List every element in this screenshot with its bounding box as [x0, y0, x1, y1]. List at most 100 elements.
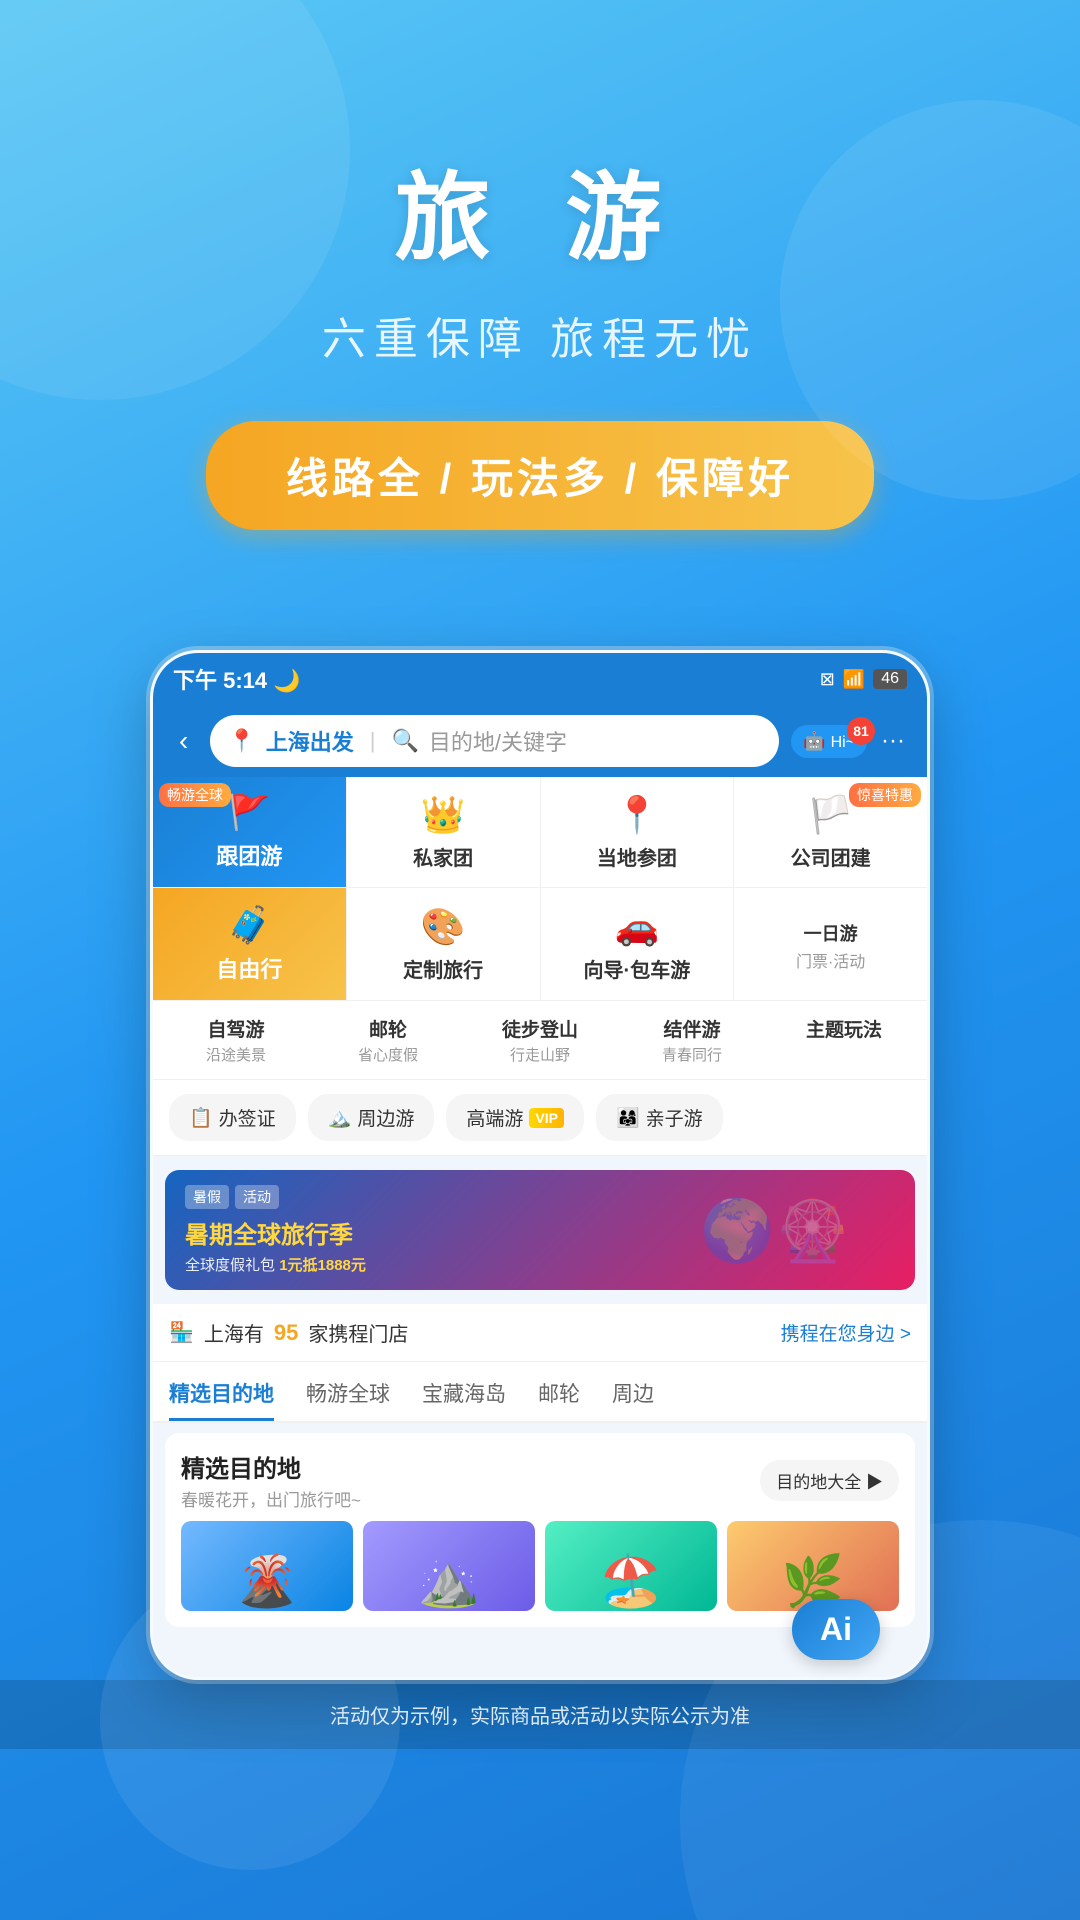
- category-company-tour[interactable]: 惊喜特惠 🏳️ 公司团建: [734, 777, 927, 887]
- companion-sub: 青春同行: [662, 1044, 722, 1065]
- banner-art: 🌍🎡: [635, 1170, 915, 1290]
- custom-travel-label: 定制旅行: [403, 954, 483, 983]
- more-button[interactable]: ···: [875, 721, 911, 761]
- search-divider: |: [370, 728, 376, 754]
- category-day-tour[interactable]: 一日游门票·活动: [734, 888, 927, 1000]
- store-info: 🏪 上海有 95 家携程门店 携程在您身边 >: [153, 1304, 927, 1362]
- banner-text: 暑假 活动 暑期全球旅行季 全球度假礼包 1元抵1888元: [165, 1171, 386, 1289]
- theme-label: 主题玩法: [806, 1015, 882, 1042]
- location-icon: 📍: [228, 728, 255, 754]
- tab-global[interactable]: 畅游全球: [306, 1378, 390, 1421]
- cruise-label: 邮轮: [369, 1015, 407, 1042]
- hero-section: 旅 游 六重保障 旅程无忧 线路全 / 玩法多 / 保障好: [0, 0, 1080, 590]
- self-drive-sub: 沿途美景: [206, 1044, 266, 1065]
- dest-title: 精选目的地: [181, 1449, 361, 1484]
- nav-actions: 🤖 Hi~ 81 ···: [791, 721, 911, 761]
- self-drive-label: 自驾游: [207, 1015, 264, 1042]
- dest-subtitle: 春暖花开，出门旅行吧~: [181, 1486, 361, 1511]
- ai-label[interactable]: Ai: [792, 1599, 880, 1660]
- sub-categories: 自驾游 沿途美景 邮轮 省心度假 徒步登山 行走山野 结伴游 青春同行: [153, 1001, 927, 1080]
- store-icon: 🏪: [169, 1320, 194, 1345]
- private-tour-label: 私家团: [413, 842, 473, 871]
- subcat-self-drive[interactable]: 自驾游 沿途美景: [163, 1015, 309, 1065]
- corner-badge-company: 惊喜特惠: [849, 783, 921, 807]
- service-premium[interactable]: 高端游 VIP: [446, 1094, 584, 1141]
- corner-badge-group: 畅游全球: [159, 783, 231, 807]
- tab-selected-dest[interactable]: 精选目的地: [169, 1378, 274, 1421]
- category-row-2: 🧳 自由行 🎨 定制旅行 🚗 向导·包车游: [153, 888, 927, 1001]
- free-travel-label: 自由行: [216, 952, 282, 984]
- dest-header-left: 精选目的地 春暖花开，出门旅行吧~: [181, 1449, 361, 1511]
- visa-label: 办签证: [219, 1104, 276, 1131]
- service-nearby[interactable]: 🏔️ 周边游: [308, 1094, 435, 1141]
- free-travel-icon: 🧳: [227, 904, 272, 946]
- dest-image-1[interactable]: 🌋: [181, 1521, 353, 1611]
- store-text2: 家携程门店: [308, 1318, 408, 1347]
- nearby-label: 周边游: [357, 1104, 414, 1131]
- category-local-tour[interactable]: 📍 当地参团: [541, 777, 735, 887]
- cruise-sub: 省心度假: [358, 1044, 418, 1065]
- category-guide-car[interactable]: 🚗 向导·包车游: [541, 888, 735, 1000]
- store-left: 🏪 上海有 95 家携程门店: [169, 1318, 408, 1347]
- store-link[interactable]: 携程在您身边 >: [781, 1319, 911, 1346]
- hero-title: 旅 游: [60, 140, 1020, 279]
- dest-images: 🌋 ⛰️ 🏖️ 🌿: [181, 1521, 899, 1611]
- tab-nearby[interactable]: 周边: [612, 1378, 654, 1421]
- service-visa[interactable]: 📋 办签证: [169, 1094, 296, 1141]
- group-tour-icon: 🚩: [228, 793, 270, 833]
- nav-bar: ‹ 📍 上海出发 | 🔍 目的地/关键字 🤖 Hi~ 81 ···: [153, 705, 927, 777]
- dest-image-3[interactable]: 🏖️: [545, 1521, 717, 1611]
- category-custom-travel[interactable]: 🎨 定制旅行: [347, 888, 541, 1000]
- phone-mockup: 下午 5:14 🌙 ⊠ 📶 46 ‹ 📍 上海出发 | 🔍 目的地/关键字: [150, 650, 930, 1680]
- wifi-icon: 📶: [843, 669, 865, 690]
- private-tour-icon: 👑: [421, 794, 466, 836]
- departure-city[interactable]: 上海出发: [266, 725, 354, 757]
- category-group-tour[interactable]: 畅游全球 🚩 跟团游: [153, 777, 347, 887]
- companion-label: 结伴游: [663, 1015, 720, 1042]
- guide-car-label: 向导·包车游: [584, 954, 691, 983]
- search-placeholder: 目的地/关键字: [429, 725, 567, 757]
- status-icons: ⊠ 📶 46: [820, 669, 907, 690]
- store-text1: 上海有: [204, 1318, 264, 1347]
- moon-icon: 🌙: [273, 668, 300, 693]
- tab-cruise[interactable]: 邮轮: [538, 1378, 580, 1421]
- group-tour-label: 跟团游: [216, 839, 282, 871]
- tabs-bar: 精选目的地 畅游全球 宝藏海岛 邮轮 周边: [153, 1362, 927, 1423]
- back-button[interactable]: ‹: [169, 721, 198, 761]
- hero-subtitle: 六重保障 旅程无忧: [60, 303, 1020, 367]
- nearby-icon: 🏔️: [328, 1106, 352, 1130]
- banner-tag1: 暑假: [185, 1185, 229, 1209]
- search-bar[interactable]: 📍 上海出发 | 🔍 目的地/关键字: [210, 715, 779, 767]
- custom-travel-icon: 🎨: [421, 906, 466, 948]
- footer-disclaimer: 活动仅为示例，实际商品或活动以实际公示为准: [0, 1680, 1080, 1749]
- hi-button[interactable]: 🤖 Hi~ 81: [791, 725, 867, 758]
- category-private-tour[interactable]: 👑 私家团: [347, 777, 541, 887]
- subcat-companion[interactable]: 结伴游 青春同行: [619, 1015, 765, 1065]
- promo-banner[interactable]: 暑假 活动 暑期全球旅行季 全球度假礼包 1元抵1888元 🌍🎡: [165, 1170, 915, 1290]
- tab-islands[interactable]: 宝藏海岛: [422, 1378, 506, 1421]
- signal-icon: ⊠: [820, 669, 835, 690]
- banner-title: 暑期全球旅行季: [185, 1215, 366, 1250]
- category-grid: 畅游全球 🚩 跟团游 👑 私家团 📍 当地参团: [153, 777, 927, 1001]
- hiking-sub: 行走山野: [510, 1044, 570, 1065]
- status-time: 下午 5:14 🌙: [173, 663, 301, 695]
- subcat-hiking[interactable]: 徒步登山 行走山野: [467, 1015, 613, 1065]
- hi-icon: 🤖: [803, 731, 825, 751]
- service-family[interactable]: 👨‍👩‍👧 亲子游: [596, 1094, 723, 1141]
- family-icon: 👨‍👩‍👧: [616, 1106, 640, 1130]
- company-tour-icon: 🏳️: [808, 794, 853, 836]
- category-free-travel[interactable]: 🧳 自由行: [153, 888, 347, 1000]
- subcat-theme[interactable]: 主题玩法: [771, 1015, 917, 1065]
- dest-all-btn[interactable]: 目的地大全 ▶: [760, 1460, 899, 1501]
- subcat-cruise[interactable]: 邮轮 省心度假: [315, 1015, 461, 1065]
- banner-tag2: 活动: [235, 1185, 279, 1209]
- hiking-label: 徒步登山: [502, 1015, 578, 1042]
- premium-label: 高端游: [466, 1104, 523, 1131]
- dest-image-2[interactable]: ⛰️: [363, 1521, 535, 1611]
- hero-badge[interactable]: 线路全 / 玩法多 / 保障好: [206, 421, 874, 530]
- battery-icon: 46: [873, 669, 907, 689]
- app-content: 畅游全球 🚩 跟团游 👑 私家团 📍 当地参团: [153, 777, 927, 1677]
- notification-badge: 81: [847, 717, 875, 745]
- search-icon: 🔍: [391, 728, 418, 754]
- dest-image-4[interactable]: 🌿: [727, 1521, 899, 1611]
